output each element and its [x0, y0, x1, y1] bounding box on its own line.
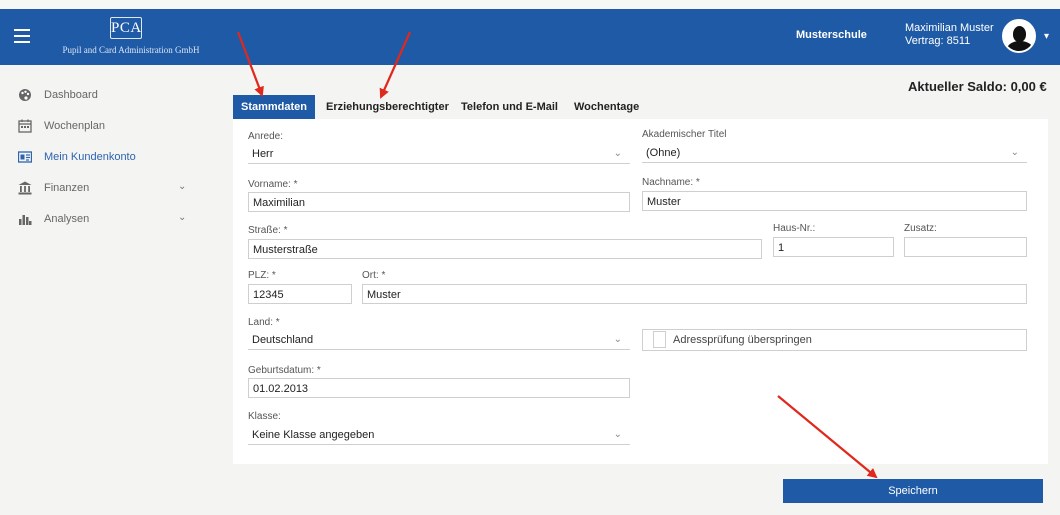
nachname-field[interactable]: Muster — [642, 191, 1027, 211]
adresspruefung-checkbox[interactable] — [653, 331, 666, 348]
sidebar-item-kundenkonto[interactable]: Mein Kundenkonto — [17, 147, 198, 167]
vorname-field[interactable]: Maximilian — [248, 192, 630, 212]
plz-field[interactable]: 12345 — [248, 284, 352, 304]
sidebar-item-finanzen[interactable]: Finanzen ⌄ — [18, 178, 198, 198]
logo-mark: PCA — [110, 17, 142, 39]
chevron-down-icon: ⌄ — [613, 429, 622, 440]
id-card-icon — [17, 150, 33, 164]
user-info[interactable]: Maximilian Muster Vertrag: 8511 — [905, 22, 994, 48]
chevron-down-icon: ⌄ — [613, 334, 622, 345]
vorname-label: Vorname: * — [248, 179, 298, 190]
titel-value: (Ohne) — [646, 147, 681, 159]
geburtsdatum-field[interactable]: 01.02.2013 — [248, 378, 630, 398]
logo-subtitle: Pupil and Card Administration GmbH — [62, 45, 200, 55]
klasse-select[interactable]: Keine Klasse angegeben ⌄ — [248, 425, 630, 445]
tab-wochentage[interactable]: Wochentage — [574, 95, 639, 119]
anrede-value: Herr — [252, 148, 274, 160]
ort-label: Ort: * — [362, 270, 386, 281]
chevron-down-icon[interactable]: ▾ — [1044, 31, 1049, 42]
land-value: Deutschland — [252, 334, 314, 346]
chevron-down-icon: ⌄ — [178, 212, 187, 223]
chevron-down-icon: ⌄ — [613, 148, 622, 159]
strasse-label: Straße: * — [248, 225, 288, 236]
land-select[interactable]: Deutschland ⌄ — [248, 330, 630, 350]
avatar[interactable] — [1002, 19, 1036, 53]
contract-number: Vertrag: 8511 — [905, 35, 971, 47]
sidebar-item-label: Finanzen — [44, 182, 90, 194]
sidebar-item-dashboard[interactable]: Dashboard — [18, 85, 198, 105]
bar-chart-icon — [18, 212, 32, 226]
hausnr-field[interactable]: 1 — [773, 237, 894, 257]
adresspruefung-label: Adressprüfung überspringen — [673, 334, 812, 346]
geburtsdatum-label: Geburtsdatum: * — [248, 365, 321, 376]
titel-label: Akademischer Titel — [642, 129, 727, 140]
chevron-down-icon: ⌄ — [1010, 147, 1019, 158]
tab-stammdaten[interactable]: Stammdaten — [233, 95, 316, 119]
anrede-label: Anrede: — [248, 131, 284, 142]
tab-telefon-email[interactable]: Telefon und E-Mail — [461, 95, 558, 119]
tab-erziehungsberechtigter[interactable]: Erziehungsberechtigter — [326, 95, 449, 119]
adresspruefung-row: Adressprüfung überspringen — [642, 329, 1027, 351]
chevron-down-icon: ⌄ — [178, 181, 187, 192]
sidebar-item-wochenplan[interactable]: Wochenplan — [18, 116, 198, 136]
sidebar-item-label: Mein Kundenkonto — [44, 151, 136, 163]
bank-icon — [18, 181, 32, 195]
user-name: Maximilian Muster — [905, 22, 994, 34]
logo[interactable]: PCA Pupil and Card Administration GmbH — [46, 17, 216, 59]
palette-icon — [18, 88, 32, 102]
app-header: PCA Pupil and Card Administration GmbH M… — [0, 9, 1060, 65]
nachname-label: Nachname: * — [642, 177, 700, 188]
sidebar-item-label: Analysen — [44, 213, 90, 225]
form-panel: Anrede: Herr ⌄ Akademischer Titel (Ohne)… — [233, 119, 1048, 464]
sidebar-item-label: Wochenplan — [44, 120, 105, 132]
ort-field[interactable]: Muster — [362, 284, 1027, 304]
klasse-value: Keine Klasse angegeben — [252, 429, 375, 441]
strasse-field[interactable]: Musterstraße — [248, 239, 762, 259]
anrede-select[interactable]: Herr ⌄ — [248, 144, 630, 164]
calendar-icon — [18, 119, 32, 133]
balance: Aktueller Saldo: 0,00 € — [908, 79, 1047, 94]
zusatz-label: Zusatz: — [904, 223, 937, 234]
land-label: Land: * — [248, 317, 280, 328]
menu-icon[interactable] — [14, 29, 30, 43]
save-button[interactable]: Speichern — [783, 479, 1043, 503]
sidebar: Dashboard Wochenplan Mein Kundenkonto Fi… — [0, 65, 205, 515]
zusatz-field[interactable] — [904, 237, 1027, 257]
top-strip — [0, 0, 1060, 9]
sidebar-item-analysen[interactable]: Analysen ⌄ — [18, 209, 198, 229]
plz-label: PLZ: * — [248, 270, 276, 281]
hausnr-label: Haus-Nr.: — [773, 223, 816, 234]
titel-select[interactable]: (Ohne) ⌄ — [642, 143, 1027, 163]
school-name[interactable]: Musterschule — [796, 29, 867, 41]
klasse-label: Klasse: — [248, 411, 281, 422]
sidebar-item-label: Dashboard — [44, 89, 98, 101]
